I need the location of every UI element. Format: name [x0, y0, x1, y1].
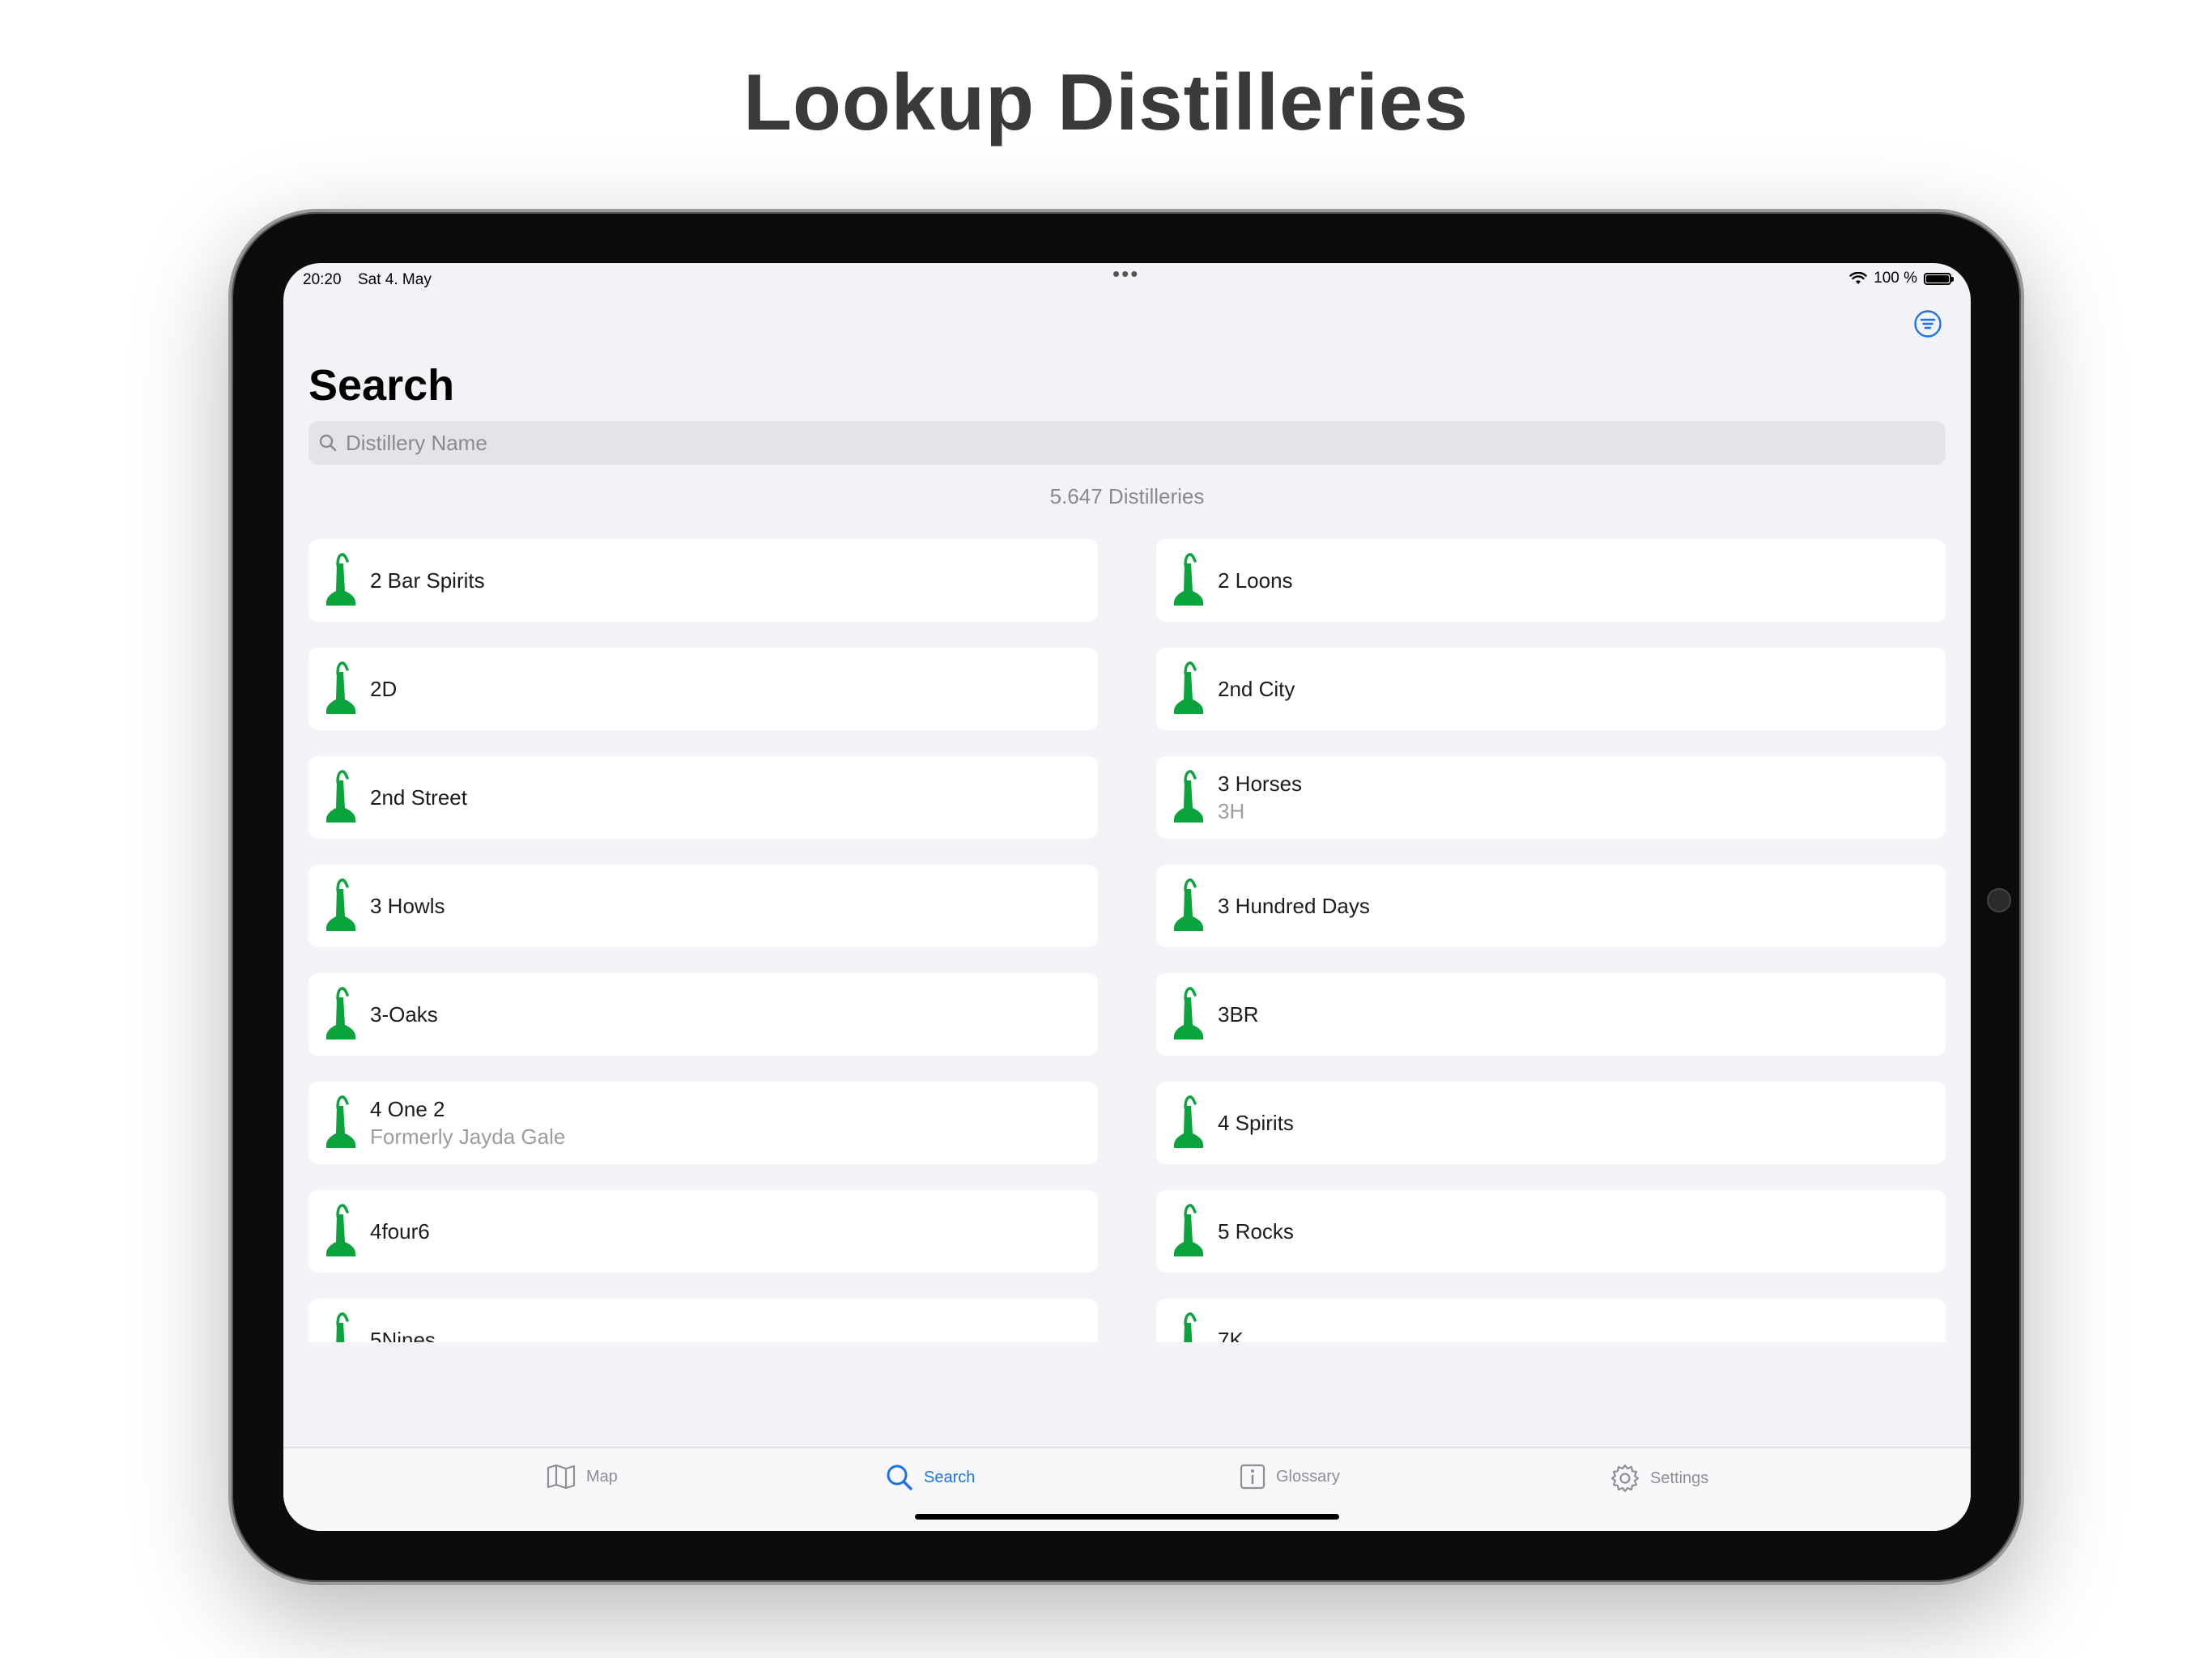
distillery-name: 2 Loons: [1218, 568, 1293, 593]
search-input[interactable]: [344, 420, 1946, 466]
still-icon: [1184, 1312, 1197, 1342]
info-icon: [1240, 1464, 1266, 1490]
distillery-cell[interactable]: 7K: [1156, 1299, 1946, 1342]
still-icon: [1174, 661, 1203, 714]
app-screen: 20:20 Sat 4. May ••• 100 % Search Distil…: [283, 263, 1971, 1531]
distillery-count: 5.647 Distilleries: [1049, 484, 1205, 508]
distillery-name: 2 Bar Spirits: [370, 568, 485, 593]
distillery-text: 5Nines: [370, 1326, 436, 1342]
distillery-cell[interactable]: 3 Hundred Days: [1156, 865, 1946, 947]
still-icon: [1174, 1204, 1203, 1256]
still-icon: [326, 1095, 355, 1148]
distillery-cell[interactable]: 2 Loons: [1156, 539, 1946, 622]
distillery-cell[interactable]: 5 Rocks: [1156, 1190, 1946, 1273]
distillery-cell[interactable]: 2D: [308, 648, 1098, 730]
distillery-name: 2nd Street: [370, 785, 467, 810]
still-icon: [1174, 878, 1203, 931]
battery-percent: 100 %: [1874, 270, 1917, 287]
distillery-name: 3 Horses: [1218, 772, 1303, 796]
tab-settings[interactable]: Settings: [1610, 1463, 1708, 1494]
distillery-text: 2 Loons: [1218, 567, 1293, 594]
search-bar[interactable]: [308, 420, 1946, 466]
distillery-cell[interactable]: 4 One 2 Formerly Jayda Gale: [308, 1082, 1098, 1164]
distillery-name: 3-Oaks: [370, 1002, 438, 1027]
wifi-icon: [1849, 272, 1867, 285]
distillery-text: 2 Bar Spirits: [370, 567, 485, 594]
tab-glossary[interactable]: Glossary: [1239, 1463, 1340, 1490]
distillery-cell[interactable]: 5Nines: [308, 1299, 1098, 1342]
distillery-name: 5 Rocks: [1218, 1219, 1294, 1244]
distillery-name: 3 Hundred Days: [1218, 894, 1370, 918]
status-date: Sat 4. May: [358, 271, 432, 288]
distillery-text: 4four6: [370, 1218, 430, 1245]
camera-icon: [1987, 888, 2011, 912]
distillery-text: 3 Hundred Days: [1218, 892, 1370, 920]
distillery-text: 2D: [370, 675, 397, 703]
distillery-text: 3 Howls: [370, 892, 445, 920]
filter-icon: [1914, 310, 1942, 338]
map-icon: [547, 1464, 576, 1490]
distillery-cell[interactable]: 2nd City: [1156, 648, 1946, 730]
still-icon: [1174, 1095, 1203, 1148]
home-indicator[interactable]: [915, 1514, 1339, 1520]
distillery-cell[interactable]: 3BR: [1156, 973, 1946, 1056]
distillery-text: 7K: [1218, 1326, 1244, 1342]
still-icon: [336, 1312, 349, 1342]
distillery-cell[interactable]: 3 Howls: [308, 865, 1098, 947]
distillery-cell[interactable]: 4 Spirits: [1156, 1082, 1946, 1164]
distillery-cell[interactable]: 2nd Street: [308, 756, 1098, 839]
tab-glossary-label: Glossary: [1276, 1467, 1340, 1486]
distillery-subtitle: Formerly Jayda Gale: [370, 1124, 566, 1149]
still-icon: [326, 1204, 355, 1256]
multitasking-dots-icon[interactable]: •••: [1112, 263, 1139, 287]
status-bar: 20:20 Sat 4. May ••• 100 %: [283, 263, 1971, 295]
headline: Lookup Distilleries: [743, 57, 1469, 147]
battery-level: [1926, 274, 1949, 283]
tab-search[interactable]: Search: [885, 1463, 975, 1492]
distillery-cell[interactable]: 3-Oaks: [308, 973, 1098, 1056]
distillery-subtitle: 3H: [1218, 799, 1245, 823]
distillery-text: 2nd City: [1218, 675, 1295, 703]
distillery-name: 2nd City: [1218, 677, 1295, 701]
distillery-text: 5 Rocks: [1218, 1218, 1294, 1245]
search-icon: [887, 1465, 912, 1490]
still-icon: [326, 878, 355, 931]
tab-map-label: Map: [586, 1467, 618, 1486]
distillery-cell[interactable]: 2 Bar Spirits: [308, 539, 1098, 622]
distillery-cell[interactable]: 3 Horses 3H: [1156, 756, 1946, 839]
battery-icon: [1924, 272, 1954, 285]
still-icon: [1174, 553, 1203, 606]
still-icon: [326, 661, 355, 714]
still-icon: [326, 770, 355, 823]
distillery-name: 4 Spirits: [1218, 1111, 1294, 1135]
tab-map[interactable]: Map: [546, 1463, 618, 1490]
status-indicators: 100 %: [1849, 270, 1954, 287]
tab-settings-label: Settings: [1650, 1469, 1709, 1487]
still-icon: [1174, 770, 1203, 823]
still-icon: [326, 553, 355, 606]
distillery-text: 3BR: [1218, 1001, 1259, 1028]
still-icon: [326, 987, 355, 1039]
page-title: Search: [308, 361, 455, 410]
distillery-name: 7K: [1218, 1328, 1244, 1342]
distillery-text: 2nd Street: [370, 784, 467, 811]
status-time: 20:20: [303, 271, 342, 288]
search-icon: [319, 434, 337, 452]
distillery-text: 3-Oaks: [370, 1001, 438, 1028]
distillery-list[interactable]: 2 Bar Spirits 2 Loons 2D 2nd City 2nd Street…: [283, 533, 1971, 1342]
distillery-cell[interactable]: 4four6: [308, 1190, 1098, 1273]
distillery-text: 4 One 2 Formerly Jayda Gale: [370, 1095, 565, 1150]
distillery-text: 4 Spirits: [1218, 1109, 1294, 1137]
distillery-name: 4 One 2: [370, 1097, 445, 1121]
tab-search-label: Search: [924, 1468, 976, 1486]
distillery-name: 5Nines: [370, 1328, 436, 1342]
still-icon: [1174, 987, 1203, 1039]
distillery-text: 3 Horses 3H: [1218, 770, 1302, 825]
distillery-name: 2D: [370, 677, 398, 701]
distillery-name: 4four6: [370, 1219, 430, 1244]
filter-button[interactable]: [1913, 309, 1942, 338]
distillery-name: 3BR: [1218, 1002, 1259, 1027]
distillery-name: 3 Howls: [370, 894, 445, 918]
gear-icon: [1610, 1464, 1640, 1493]
